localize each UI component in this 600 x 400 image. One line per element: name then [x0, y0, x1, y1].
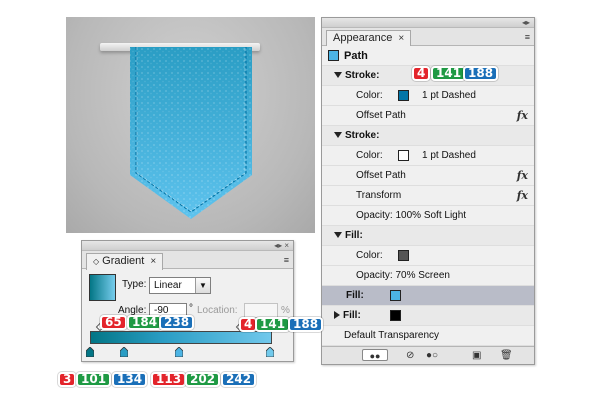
- grad-start-b-badge: 134: [112, 372, 148, 387]
- stroke-2-opacity-label: Opacity: 100% Soft Light: [356, 210, 467, 221]
- disclosure-open-icon[interactable]: [334, 132, 342, 138]
- fill-2-color-swatch[interactable]: [390, 290, 401, 301]
- disclosure-closed-icon[interactable]: [334, 311, 340, 319]
- type-label: Type:: [122, 279, 147, 290]
- fill-1-color-swatch[interactable]: [398, 250, 409, 261]
- fill-1-color-row[interactable]: Color:: [322, 246, 534, 266]
- path-thumbnail-icon: [328, 50, 339, 61]
- stroke-1-color-swatch[interactable]: [398, 90, 409, 101]
- degree-symbol: °: [189, 303, 193, 314]
- fill-row-2-selected[interactable]: Fill:: [322, 286, 534, 306]
- path-label: Path: [344, 50, 368, 62]
- clear-appearance-icon[interactable]: ⊘: [406, 349, 414, 362]
- ribbon-artwork: [130, 47, 252, 219]
- stroke-2-color-row[interactable]: Color: 1 pt Dashed: [322, 146, 534, 166]
- stroke-2-effect-row[interactable]: Offset Path fx: [322, 166, 534, 186]
- stroke-2-transform-label: Transform: [356, 190, 402, 201]
- stroke-2-transform-row[interactable]: Transform fx: [322, 186, 534, 206]
- fill-3-label: Fill:: [343, 310, 361, 321]
- gradient-slider-bar[interactable]: [90, 331, 272, 344]
- stroke-b-badge: 188: [463, 66, 499, 81]
- gradient-tabrow: ◇ Gradient × ≡: [82, 251, 293, 270]
- stroke-2-opacity-row[interactable]: Opacity: 100% Soft Light: [322, 206, 534, 226]
- gradient-type-value: Linear: [154, 280, 182, 291]
- gradient-panel: ◂▸ × ◇ Gradient × ≡ Type: Linear ▼ Angle: …: [81, 240, 294, 362]
- tab-options-icon[interactable]: ◇: [93, 257, 99, 266]
- artboard-canvas: [66, 17, 315, 233]
- trash-icon[interactable]: 🗑: [500, 349, 513, 362]
- fill-1-opacity-row[interactable]: Opacity: 70% Screen: [322, 266, 534, 286]
- grad-end-b-badge: 242: [221, 372, 257, 387]
- stroke-1-effect-label: Offset Path: [356, 110, 406, 121]
- stroke-1-weight: 1 pt Dashed: [422, 90, 476, 101]
- gradient-stop-4[interactable]: [266, 347, 274, 357]
- gradient-titlebar[interactable]: ◂▸ ×: [82, 241, 293, 251]
- tab-gradient[interactable]: ◇ Gradient ×: [86, 253, 164, 270]
- gradient-stop-2[interactable]: [120, 347, 128, 357]
- appearance-titlebar[interactable]: ◂▸: [322, 18, 534, 28]
- gradient-preview-swatch[interactable]: [89, 274, 116, 301]
- stroke-r-badge: 4: [412, 66, 431, 81]
- panel-collapse-icon[interactable]: ◂▸: [522, 18, 530, 28]
- stroke-g-badge: 141: [431, 66, 467, 81]
- stroke-row-2[interactable]: Stroke:: [322, 126, 534, 146]
- gradient-type-select[interactable]: Linear ▼: [149, 277, 211, 294]
- grad-end-r-badge: 113: [151, 372, 187, 387]
- gradient-stop-1[interactable]: [86, 347, 94, 357]
- tab-appearance-label: Appearance: [333, 32, 393, 44]
- appearance-tabrow: Appearance × ≡: [322, 28, 534, 47]
- fx-icon[interactable]: fx: [517, 106, 528, 126]
- panel-menu-icon[interactable]: ≡: [284, 254, 289, 266]
- fill-row-3[interactable]: Fill:: [322, 306, 534, 326]
- panel-menu-icon[interactable]: ≡: [525, 31, 530, 43]
- grad-start-r-badge: 3: [58, 372, 77, 387]
- stroke-1-color-label: Color:: [356, 90, 383, 101]
- screenshot-root: ◂▸ Appearance × ≡ Path Stroke: Color: 1 p…: [0, 0, 600, 400]
- grad-mid-r-badge: 65: [100, 315, 127, 330]
- grad-start-g-badge: 101: [76, 372, 112, 387]
- fill-3-color-swatch[interactable]: [390, 310, 401, 321]
- toggle-thumbnail-icon[interactable]: ●●: [362, 349, 388, 361]
- chevron-down-icon[interactable]: ▼: [195, 278, 210, 293]
- close-icon[interactable]: ×: [150, 256, 156, 267]
- stroke-1-label: Stroke:: [345, 70, 380, 81]
- grad-mid-g-badge: 184: [127, 315, 163, 330]
- stroke-2-weight: 1 pt Dashed: [422, 150, 476, 161]
- default-transparency-label: Default Transparency: [344, 330, 440, 341]
- disclosure-open-icon[interactable]: [334, 232, 342, 238]
- appearance-toolbar: ●● ⊘ ●○ ▣ 🗑: [322, 346, 534, 364]
- gradient-stop-3[interactable]: [175, 347, 183, 357]
- duplicate-item-icon[interactable]: ▣: [472, 349, 481, 362]
- location-label: Location:: [197, 305, 238, 316]
- reduce-to-basic-icon[interactable]: ●○: [426, 349, 438, 362]
- stroke-2-color-label: Color:: [356, 150, 383, 161]
- stroke-2-effect-label: Offset Path: [356, 170, 406, 181]
- percent-symbol: %: [281, 305, 290, 316]
- close-icon[interactable]: ×: [398, 33, 404, 44]
- fill-1-label: Fill:: [345, 230, 363, 241]
- stroke-2-color-swatch[interactable]: [398, 150, 409, 161]
- default-transparency-row[interactable]: Default Transparency: [322, 326, 534, 346]
- fx-icon[interactable]: fx: [517, 166, 528, 186]
- ribbon-texture: [130, 47, 252, 219]
- fill-row-1[interactable]: Fill:: [322, 226, 534, 246]
- fill-1-opacity-label: Opacity: 70% Screen: [356, 270, 450, 281]
- grad-right-b-badge: 188: [288, 317, 324, 332]
- panel-collapse-icon[interactable]: ◂▸ ×: [274, 241, 289, 251]
- path-row[interactable]: Path: [322, 46, 534, 66]
- stroke-1-effect-row[interactable]: Offset Path fx: [322, 106, 534, 126]
- tab-appearance[interactable]: Appearance ×: [326, 30, 412, 47]
- grad-end-g-badge: 202: [185, 372, 221, 387]
- fx-icon[interactable]: fx: [517, 186, 528, 206]
- fill-1-color-label: Color:: [356, 250, 383, 261]
- grad-right-g-badge: 141: [255, 317, 291, 332]
- fill-2-label: Fill:: [346, 290, 364, 301]
- tab-gradient-label: Gradient: [102, 255, 145, 267]
- disclosure-open-icon[interactable]: [334, 72, 342, 78]
- location-input[interactable]: [244, 303, 278, 318]
- stroke-1-color-row[interactable]: Color: 1 pt Dashed: [322, 86, 534, 106]
- grad-mid-b-badge: 238: [159, 315, 195, 330]
- stroke-2-label: Stroke:: [345, 130, 380, 141]
